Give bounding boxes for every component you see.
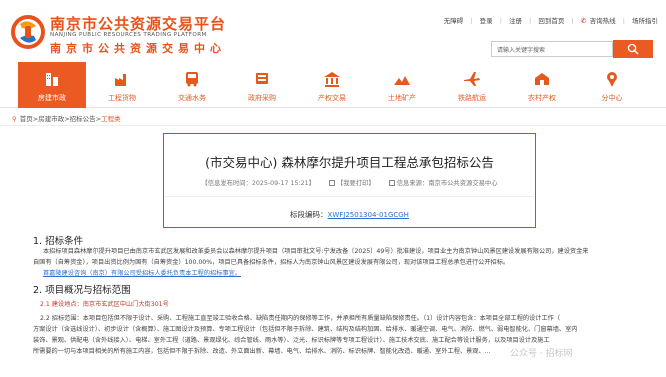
- site-title: 南京市公共资源交易平台: [50, 15, 227, 33]
- farm-icon: [535, 73, 549, 85]
- nav-item-procurement[interactable]: 政府采购: [228, 62, 296, 108]
- nav-item-traffic[interactable]: 交通水务: [158, 62, 226, 108]
- site-header: 南京市公共资源交易平台 NANJING PUBLIC RESOURCES TRA…: [0, 0, 666, 62]
- nav-label: 铁路航运: [458, 94, 486, 102]
- phone-icon: ✆: [580, 17, 587, 25]
- paragraph: 本招标项目森林摩尔提升项目已由南京市玄武区发展和改革委员会以森林摩尔提升项目（项…: [43, 248, 589, 255]
- nav-label: 产权交易: [318, 94, 346, 102]
- nav-label: 工程货物: [108, 94, 136, 102]
- venue-guide-link[interactable]: 场所指引: [632, 15, 658, 25]
- breadcrumb: ⚲ 首页>房建市政>招标公告>工程类: [12, 113, 121, 123]
- nav-item-housing[interactable]: 房建市政: [18, 62, 86, 108]
- section-heading: 1. 招标条件: [33, 236, 84, 247]
- section-heading: 2. 项目概况与招标范围: [33, 285, 131, 296]
- page-title: (市交易中心) 森林摩尔提升项目工程总承包招标公告: [205, 155, 494, 170]
- main-nav: 房建市政 工程货物 交通水务 政府采购 产权交易 土地矿产 铁路航运 农村产权 …: [0, 62, 666, 108]
- nav-item-branch[interactable]: 分中心: [578, 62, 646, 108]
- link-separator: |: [622, 17, 625, 25]
- nav-item-goods[interactable]: 工程货物: [88, 62, 156, 108]
- site-subtitle: 南京市公共资源交易中心: [50, 42, 226, 55]
- nav-label: 土地矿产: [388, 94, 416, 102]
- accessibility-link[interactable]: 无障碍: [444, 15, 464, 25]
- nav-label: 政府采购: [248, 94, 276, 102]
- info-source: 信息来源：南京市公共资源交易中心: [396, 180, 498, 187]
- paragraph: 方案设计（含选线设计）、初步设计（含概算）、施工图设计及预算、专项工程设计（包括…: [33, 326, 578, 333]
- bus-icon: [186, 72, 198, 87]
- watermark: 公众号 · 招标网: [510, 349, 573, 359]
- section-code-row: 标段编码：XWFJ2501304-01GCGH: [164, 209, 535, 220]
- nav-label: 分中心: [601, 94, 623, 102]
- nav-label: 农村产权: [528, 94, 556, 102]
- paragraph: 装饰、景观、供配电（含外线接入）、电梯、室外工程（道路、景观绿化、综合管线、雨水…: [33, 337, 550, 344]
- nav-item-property[interactable]: 产权交易: [298, 62, 366, 108]
- login-link[interactable]: 登录: [480, 15, 493, 25]
- notice-meta: 【信息发布时间：2025-09-17 15:21】 【我要打印】 信息来源：南京…: [164, 178, 535, 187]
- branch-icon: [607, 72, 617, 87]
- link-separator: |: [499, 17, 502, 25]
- notice-title-box: (市交易中心) 森林摩尔提升项目工程总承包招标公告 【信息发布时间：2025-0…: [163, 133, 536, 228]
- nav-item-land[interactable]: 土地矿产: [368, 62, 436, 108]
- divider: [164, 196, 534, 197]
- agent-link[interactable]: 首嘉陵建设咨询（南京）有限公司受招标人委托负责本工程的招标事宜。: [43, 270, 241, 277]
- paragraph: 自国有（自筹资金），项目出资比例为国有（自筹资金）100.00%，项目已具备招标…: [33, 259, 510, 266]
- paragraph: 2.2 招标范围：本项目包括但不限于设计、采购、工程施工直至竣工验收合格、缺陷责…: [40, 315, 561, 322]
- site-logo[interactable]: [10, 14, 46, 50]
- search-input[interactable]: 请输入关键字搜索: [491, 41, 613, 57]
- building-icon: [46, 73, 58, 86]
- link-separator: |: [571, 17, 574, 25]
- register-link[interactable]: 注册: [509, 15, 522, 25]
- cart-icon: [256, 73, 268, 84]
- factory-icon: [115, 74, 126, 86]
- print-link[interactable]: 【我要打印】: [337, 180, 375, 187]
- breadcrumb-current[interactable]: 工程类: [101, 115, 121, 123]
- land-icon: [394, 76, 410, 85]
- breadcrumb-path[interactable]: 首页>房建市政>招标公告>: [20, 115, 101, 123]
- location-pin-icon: ⚲: [12, 115, 17, 123]
- nav-label: 交通水务: [178, 94, 206, 102]
- section-code-label: 标段编码：: [290, 210, 328, 219]
- agent-paragraph: 首嘉陵建设咨询（南京）有限公司受招标人委托负责本工程的招标事宜。: [33, 268, 658, 279]
- top-links: 无障碍 | 登录 | 注册 | 回到首页 | ✆ 咨询热线 | 场所指引: [444, 15, 658, 25]
- publish-time: 【信息发布时间：2025-09-17 15:21】: [201, 180, 315, 187]
- search-icon: [627, 43, 639, 55]
- link-separator: |: [529, 17, 532, 25]
- site-title-en: NANJING PUBLIC RESOURCES TRADING PLATFOR…: [50, 32, 207, 38]
- link-separator: |: [470, 17, 473, 25]
- nav-item-rail[interactable]: 铁路航运: [438, 62, 506, 108]
- nav-label: 房建市政: [38, 94, 66, 102]
- search-button[interactable]: [613, 40, 653, 58]
- source-icon: [388, 180, 395, 186]
- plane-icon: [464, 72, 480, 86]
- home-link[interactable]: 回到首页: [538, 15, 564, 25]
- divider: [0, 125, 666, 126]
- section-code-link[interactable]: XWFJ2501304-01GCGH: [328, 211, 409, 219]
- bank-icon: [324, 72, 340, 87]
- printer-icon: [328, 180, 335, 186]
- project-location: 2.1 建设地点：南京市玄武区中山门大街301号: [40, 301, 169, 308]
- hotline-link[interactable]: 咨询热线: [590, 15, 616, 25]
- nav-item-rural[interactable]: 农村产权: [508, 62, 576, 108]
